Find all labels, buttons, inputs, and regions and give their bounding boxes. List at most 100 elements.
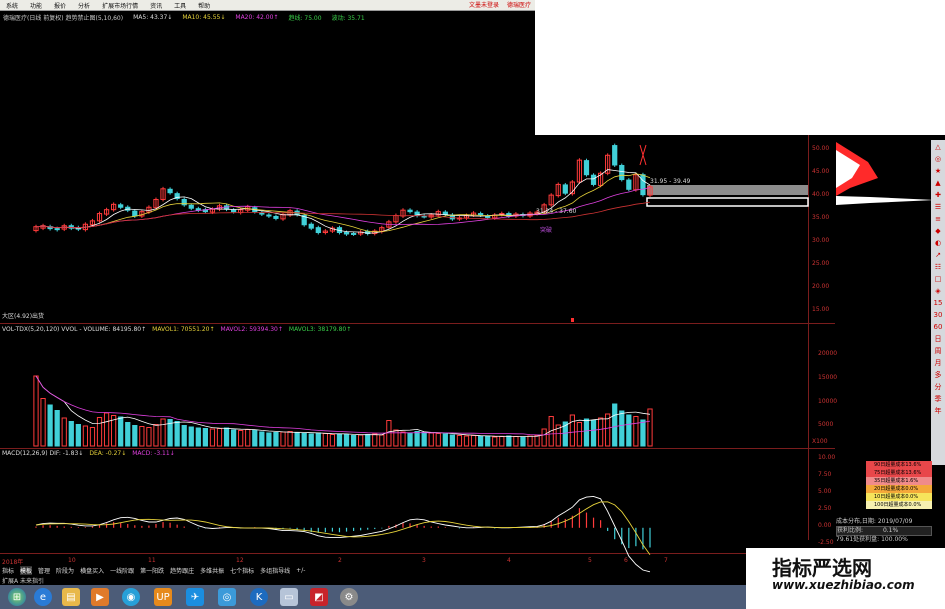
toolbar-icon[interactable]: 周	[933, 347, 943, 356]
tab-plus-minus[interactable]: +/-	[296, 567, 305, 574]
tab-stage[interactable]: 阶段为	[56, 566, 74, 575]
volume-bar	[181, 425, 187, 447]
volume-axis-tick: 5000	[818, 421, 834, 428]
candle-body	[167, 188, 173, 194]
tab-resonance[interactable]: 多维共振	[200, 566, 224, 575]
tab-template[interactable]: 模板	[20, 566, 33, 575]
toolbar-icon[interactable]: ◆	[933, 227, 943, 236]
toolbar-icon[interactable]: 60	[933, 323, 943, 332]
volume-bar	[61, 417, 67, 447]
volume-bar	[541, 428, 547, 447]
tab-sideways-buy[interactable]: 横盘买入	[80, 566, 104, 575]
stock-app-icon[interactable]: ◩	[310, 588, 328, 606]
volume-bar	[365, 434, 371, 447]
tab-indicator[interactable]: 指标	[2, 566, 14, 575]
volume-bar	[576, 422, 583, 447]
volume-bar	[520, 436, 526, 447]
volume-series	[33, 375, 653, 447]
start-button-icon[interactable]: ⊞	[8, 588, 26, 606]
toolbar-icon[interactable]: □	[933, 275, 943, 284]
toolbar-icon[interactable]: 多	[933, 371, 943, 380]
app-icon-up[interactable]: UP	[154, 588, 172, 606]
candle-body	[562, 184, 568, 194]
macd-info-line: MACD(12,26,9) DIF: -1.83↓ DEA: -0.27↓ MA…	[2, 450, 175, 457]
volume-bar	[259, 431, 265, 447]
volume-bar	[478, 436, 484, 447]
volume-bar	[428, 432, 434, 447]
volume-bar	[647, 408, 653, 447]
stock-chart[interactable]	[0, 0, 945, 609]
ie-browser-icon[interactable]: e	[34, 588, 52, 606]
volume-bar	[350, 435, 357, 447]
cost-legend-row: 100日超量成本0.0%	[866, 501, 932, 509]
toolbar-icon[interactable]: ◎	[933, 155, 943, 164]
candle-body	[583, 160, 590, 176]
toolbar-icon[interactable]: △	[933, 143, 943, 152]
ma-line	[35, 169, 651, 234]
cost-info-panel: 成本分布,日期: 2019/07/09 获利比例: 0.1% 79.61处获利盘…	[836, 518, 932, 544]
app-icon-blue[interactable]: ◉	[122, 588, 140, 606]
toolbar-icon[interactable]: ≡	[933, 215, 943, 224]
mavol3-value: MAVOL3: 38179.80↑	[288, 326, 352, 333]
toolbar-icon[interactable]: 30	[933, 311, 943, 320]
toolbar-icon[interactable]: ✚	[933, 191, 943, 200]
volume-axis-tick: 10000	[818, 398, 838, 405]
volume-bar	[414, 431, 420, 447]
volume-bar	[619, 410, 625, 447]
volume-bar	[273, 432, 279, 447]
volume-bar	[195, 427, 201, 447]
volume-bar	[33, 375, 39, 447]
candle-body	[132, 210, 138, 217]
volume-bar	[400, 431, 406, 447]
volume-bar	[315, 432, 321, 447]
toolbar-icon[interactable]: ▲	[933, 179, 943, 188]
price-axis-tick: 20.00	[812, 283, 830, 290]
media-player-icon[interactable]: ▶	[91, 588, 109, 606]
toolbar-icon[interactable]: ◈	[933, 287, 943, 296]
volume-bar	[301, 433, 307, 447]
extension-row[interactable]: 扩展A 未来指引	[0, 576, 44, 585]
candle-body	[54, 228, 60, 231]
app-icon-plane[interactable]: ✈	[186, 588, 204, 606]
volume-bar	[379, 434, 385, 447]
toolbar-icon[interactable]: 15	[933, 299, 943, 308]
toolbar-icon[interactable]: 分	[933, 383, 943, 392]
tab-trend-follow[interactable]: 趋势跟庄	[170, 566, 194, 575]
tab-line-follow[interactable]: 一线阶跟	[110, 566, 134, 575]
toolbar-icon[interactable]: ↗	[933, 251, 943, 260]
volume-bar	[287, 431, 293, 447]
volume-bar	[449, 434, 456, 447]
tab-first-yang[interactable]: 第一阳跌	[140, 566, 164, 575]
date-tick: 12	[236, 557, 244, 564]
volume-bar	[103, 412, 110, 447]
app-icon-k[interactable]: K	[250, 588, 268, 606]
volume-bar	[485, 435, 491, 447]
toolbar-icon[interactable]: 月	[933, 359, 943, 368]
app-icon-globe[interactable]: ◎	[218, 588, 236, 606]
app-icon-gear[interactable]: ⚙	[340, 588, 358, 606]
toolbar-icon[interactable]: ☰	[933, 203, 943, 212]
volume-bar	[343, 434, 350, 447]
profit-ratio-row: 获利比例: 0.1%	[836, 526, 932, 536]
tab-guide-lines[interactable]: 多组指导线	[260, 566, 290, 575]
app-icon-docs[interactable]: ▭	[280, 588, 298, 606]
cost-legend-row: 90日超量成本13.6%	[866, 461, 932, 469]
price-axis-tick: 25.00	[812, 260, 830, 267]
toolbar-icon[interactable]: 季	[933, 395, 943, 404]
volume-bar	[125, 422, 131, 447]
file-explorer-icon[interactable]: ▤	[62, 588, 80, 606]
volume-bar	[174, 421, 180, 447]
macd-dea-value: DEA: -0.27↓	[89, 450, 127, 457]
toolbar-icon[interactable]: ★	[933, 167, 943, 176]
date-tick: 7	[664, 557, 668, 564]
candle-body	[619, 164, 625, 181]
volume-bar	[308, 433, 314, 447]
tab-seven-indicators[interactable]: 七个指标	[230, 566, 254, 575]
candle-body	[259, 212, 265, 215]
toolbar-icon[interactable]: 日	[933, 335, 943, 344]
toolbar-icon[interactable]: ☷	[933, 263, 943, 272]
tab-manage[interactable]: 管理	[38, 566, 50, 575]
cost-date: 成本分布,日期: 2019/07/09	[836, 518, 913, 525]
toolbar-icon[interactable]: ◐	[933, 239, 943, 248]
toolbar-icon[interactable]: 年	[933, 407, 943, 416]
